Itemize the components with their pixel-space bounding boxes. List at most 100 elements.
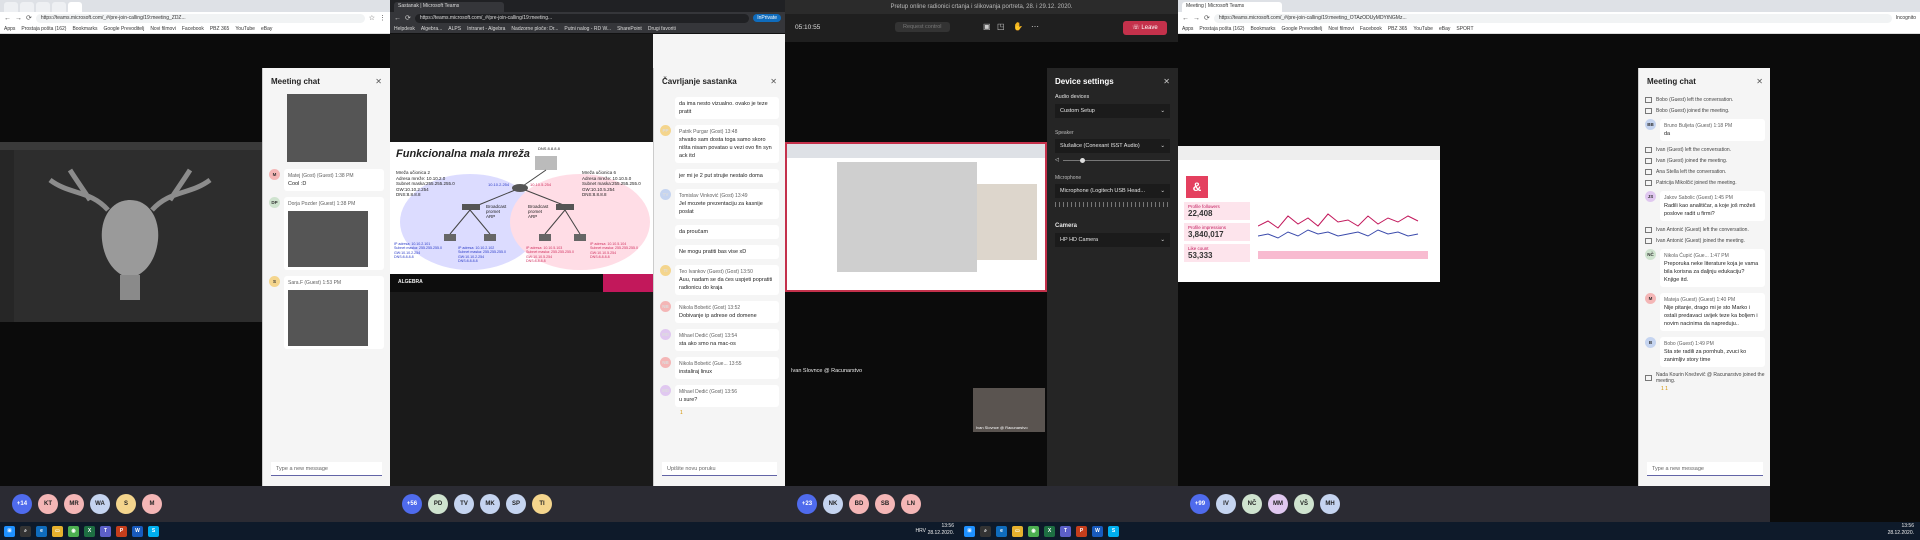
leave-button[interactable]: ☏ Leave	[1123, 21, 1167, 35]
message-bubble[interactable]: Bobo (Guest) 1:49 PM Sta ste radili za po…	[1660, 337, 1765, 367]
message-bubble[interactable]: da proučam	[675, 225, 779, 239]
avatar[interactable]: DP	[269, 197, 280, 208]
browser-tab[interactable]	[36, 2, 50, 12]
participant-avatar[interactable]: SB	[875, 494, 895, 514]
reaction-counts[interactable]: 1 1	[1661, 386, 1668, 392]
bookmark-item[interactable]: PBZ 365	[210, 26, 229, 32]
participant-avatar[interactable]: MM	[1268, 494, 1288, 514]
explorer-icon[interactable]: ▭	[1012, 525, 1023, 537]
participant-avatar[interactable]: VŠ	[1294, 494, 1314, 514]
bookmark-item[interactable]: SPORT	[1456, 26, 1473, 32]
bookmark-item[interactable]: Putni nalog - RD W...	[564, 26, 611, 32]
edge-icon[interactable]: e	[36, 525, 47, 537]
excel-icon[interactable]: X	[1044, 525, 1055, 537]
bookmark-item[interactable]: Google Prevoditelj	[1281, 26, 1322, 32]
participant-avatar[interactable]: TI	[532, 494, 552, 514]
edge-icon[interactable]: e	[996, 525, 1007, 537]
avatar[interactable]: TI	[660, 265, 671, 276]
windows-start-icon[interactable]: ⊞	[964, 525, 975, 537]
bookmark-item[interactable]: Apps	[1182, 26, 1193, 32]
back-icon[interactable]: ←	[394, 14, 401, 23]
bookmark-item[interactable]: PBZ 365	[1388, 26, 1407, 32]
message-bubble[interactable]: da ima nesto vizualno. ovako je teze pra…	[675, 97, 779, 119]
url-input[interactable]: https://teams.microsoft.com/_#/pre-join-…	[1213, 13, 1892, 23]
participant-avatar[interactable]: NČ	[1242, 494, 1262, 514]
search-icon[interactable]: ⌕	[980, 525, 991, 537]
browser-tab-active[interactable]: Meeting | Microsoft Teams	[1182, 2, 1282, 12]
message-bubble[interactable]: Mihael Dedić (Gost) 13:56 u sure?	[675, 385, 779, 407]
keyboard-language[interactable]: HRV	[916, 528, 926, 534]
camera-icon[interactable]: ▣	[983, 22, 991, 31]
avatar[interactable]: M	[1645, 293, 1656, 304]
microphone-select[interactable]: Microphone (Logitech USB Head... ⌄	[1055, 184, 1170, 198]
clock[interactable]: 13:56 28.12.2020.	[1888, 523, 1914, 537]
participant-avatar[interactable]: MH	[1320, 494, 1340, 514]
chrome-icon[interactable]: ◉	[1028, 525, 1039, 537]
bookmark-item[interactable]: SharePoint	[617, 26, 642, 32]
message-image[interactable]	[288, 211, 368, 267]
message-bubble[interactable]: Mihael Dedić (Gost) 13:54 sta ako smo na …	[675, 329, 779, 351]
message-bubble[interactable]: Mateja (Guest) (Guest) 1:40 PM Nije pitan…	[1660, 293, 1765, 331]
forward-icon[interactable]: →	[1193, 14, 1200, 23]
message-bubble[interactable]: Ne mogu pratiti bas vise xD	[675, 245, 779, 259]
chat-icon[interactable]: ◳	[997, 22, 1005, 31]
participant-avatar[interactable]: +14	[12, 494, 32, 514]
bookmark-item[interactable]: eBay	[1439, 26, 1450, 32]
hand-icon[interactable]: ✋	[1013, 22, 1023, 31]
message-bubble[interactable]: Matej (Gost) (Guest) 1:38 PM Cool :D	[284, 169, 384, 191]
avatar[interactable]: NB	[660, 357, 671, 368]
close-icon[interactable]: ✕	[1756, 77, 1763, 86]
word-icon[interactable]: W	[1092, 525, 1103, 537]
message-bubble[interactable]: Jakov Sabolic (Guest) 1:45 PM Radili kao …	[1660, 191, 1765, 221]
message-bubble[interactable]: Teo Ivankov (Guest) (Gost) 13:50 Auu, nad…	[675, 265, 779, 295]
message-bubble[interactable]: Nikola Bobetić (Gue... 13:55 instaliraj l…	[675, 357, 779, 379]
reload-icon[interactable]: ⟳	[1204, 14, 1210, 23]
menu-icon[interactable]: ⋮	[379, 14, 386, 23]
compose-box[interactable]: Type a new message	[271, 462, 382, 476]
message-bubble[interactable]: Tomislav Vinković (Gost) 13:49 Jel mozete…	[675, 189, 779, 219]
camera-select[interactable]: HP HD Camera ⌄	[1055, 233, 1170, 247]
skype-icon[interactable]: S	[1108, 525, 1119, 537]
excel-icon[interactable]: X	[84, 525, 95, 537]
speaker-volume-slider[interactable]: ◁	[1055, 157, 1170, 163]
avatar[interactable]: TV	[660, 189, 671, 200]
message-bubble[interactable]: Bruno Buljeta (Guest) 1:18 PM da	[1660, 119, 1765, 141]
bookmark-item[interactable]: Facebook	[182, 26, 204, 32]
participant-avatar[interactable]: MR	[64, 494, 84, 514]
bookmark-item[interactable]: eBay	[261, 26, 272, 32]
participant-avatar[interactable]: IV	[1216, 494, 1236, 514]
bookmark-item[interactable]: Nadzorne ploče: Dr...	[511, 26, 558, 32]
forward-icon[interactable]: →	[15, 14, 22, 23]
avatar[interactable]: MD	[660, 329, 671, 340]
avatar[interactable]: NB	[660, 301, 671, 312]
close-icon[interactable]: ✕	[1163, 77, 1170, 86]
bookmark-item[interactable]: Drugi favoriti	[648, 26, 676, 32]
avatar[interactable]: NČ	[1645, 249, 1656, 260]
more-icon[interactable]: ⋯	[1031, 22, 1039, 31]
message-bubble[interactable]: Patrik Purgar (Gost) 13:48 shvatio sam do…	[675, 125, 779, 163]
skype-icon[interactable]: S	[148, 525, 159, 537]
bookmark-item[interactable]: YouTube	[1413, 26, 1433, 32]
url-input[interactable]: https://teams.microsoft.com/_#/pre-join-…	[35, 13, 365, 23]
bookmark-item[interactable]: Novi filmovi	[150, 26, 176, 32]
bookmark-item[interactable]: Apps	[4, 26, 15, 32]
bookmark-item[interactable]: Facebook	[1360, 26, 1382, 32]
avatar[interactable]: PP	[660, 125, 671, 136]
bookmark-item[interactable]: Bookmarks	[72, 26, 97, 32]
bookmark-item[interactable]: Novi filmovi	[1328, 26, 1354, 32]
browser-tab[interactable]	[20, 2, 34, 12]
close-icon[interactable]: ✕	[770, 77, 777, 86]
browser-tab[interactable]	[4, 2, 18, 12]
compose-box[interactable]: Type a new message	[1647, 462, 1763, 476]
powerpoint-icon[interactable]: P	[1076, 525, 1087, 537]
bookmark-item[interactable]: ALPS	[448, 26, 461, 32]
avatar[interactable]: B	[1645, 337, 1656, 348]
chrome-icon[interactable]: ◉	[68, 525, 79, 537]
participant-avatar[interactable]: WA	[90, 494, 110, 514]
browser-tab[interactable]	[68, 2, 82, 12]
participant-avatar[interactable]: TV	[454, 494, 474, 514]
incognito-badge[interactable]: Incognito	[1896, 15, 1916, 21]
participant-avatar[interactable]: MK	[480, 494, 500, 514]
bookmark-item[interactable]: Algebra...	[421, 26, 442, 32]
powerpoint-icon[interactable]: P	[116, 525, 127, 537]
